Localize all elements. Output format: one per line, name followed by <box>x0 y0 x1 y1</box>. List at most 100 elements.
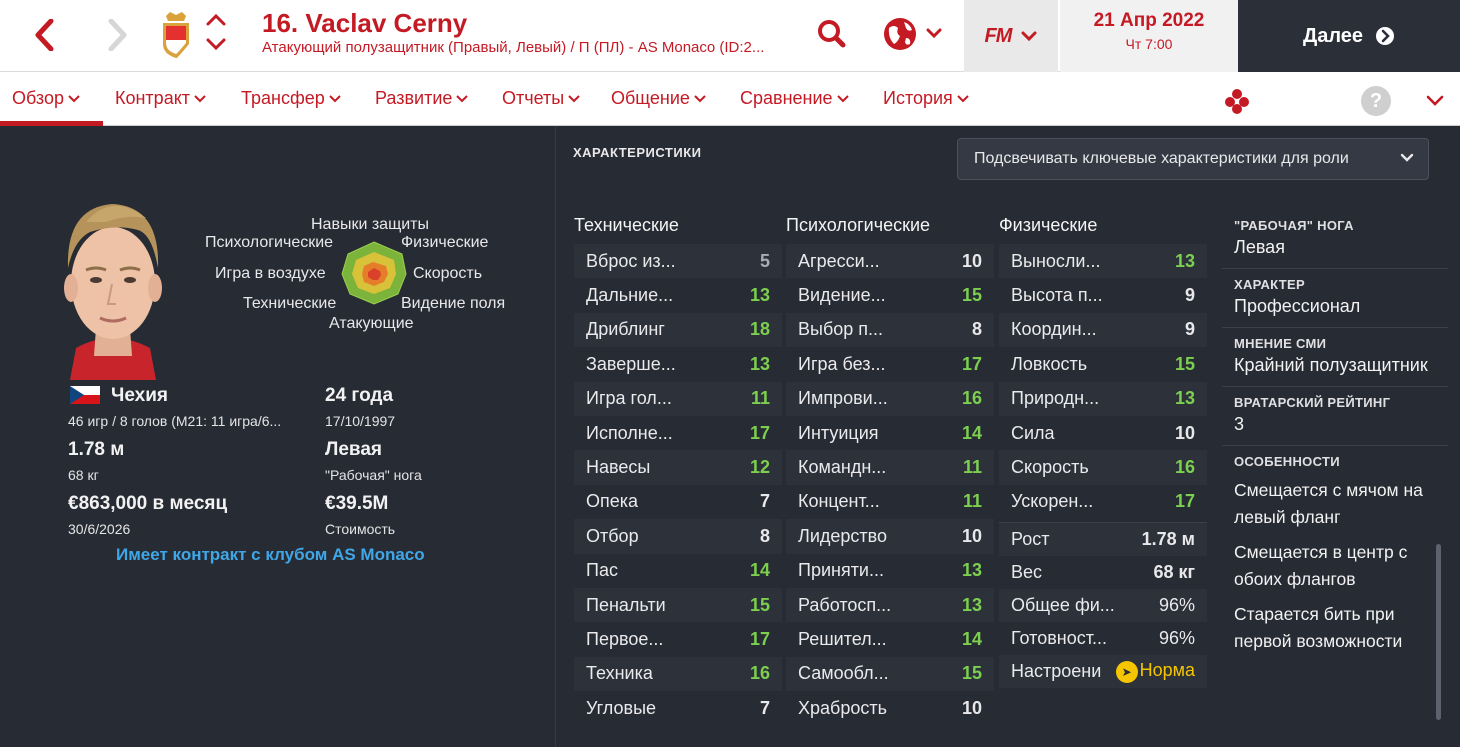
radar-label-physical: Физические <box>401 234 489 251</box>
attribute-row[interactable]: Скорость 16 <box>999 450 1207 485</box>
attribute-row[interactable]: Приняти... 13 <box>786 554 994 588</box>
attribute-value: 9 <box>1184 285 1195 306</box>
attribute-row[interactable]: Техника 16 <box>574 656 782 692</box>
attribute-row[interactable]: Исполне... 17 <box>574 416 782 450</box>
tab-contract[interactable]: Контракт <box>115 88 206 109</box>
tab-transfer[interactable]: Трансфер <box>241 88 341 109</box>
attribute-row[interactable]: Видение... 15 <box>786 278 994 312</box>
player-age: 24 года <box>325 385 394 406</box>
attribute-name: Скорость <box>1011 457 1089 478</box>
attribute-row[interactable]: Первое... 17 <box>574 622 782 656</box>
attribute-row[interactable]: Игра гол... 11 <box>574 381 782 416</box>
detail-value: 68 кг <box>1153 562 1195 582</box>
attribute-value: 17 <box>749 628 770 649</box>
attribute-value: 13 <box>961 594 982 615</box>
attribute-row[interactable]: Решител... 14 <box>786 622 994 656</box>
date-display[interactable]: 21 Апр 2022 Чт 7:00 <box>1060 0 1238 72</box>
attribute-row[interactable]: Высота п... 9 <box>999 278 1207 312</box>
morale-value: Норма <box>1139 660 1195 680</box>
contract-end-date: 30/6/2026 <box>68 521 131 537</box>
technical-attributes-list: Вброс из... 5 Дальние... 13 Дриблинг 18 Зав… <box>574 244 782 725</box>
fm-menu-button[interactable]: FM <box>964 0 1058 72</box>
attribute-row[interactable]: Заверше... 13 <box>574 347 782 381</box>
attribute-row[interactable]: Пенальти 15 <box>574 587 782 623</box>
tab-history[interactable]: История <box>883 88 969 109</box>
side-foot-label: "РАБОЧАЯ" НОГА <box>1234 218 1354 233</box>
attribute-name: Техника <box>586 663 653 684</box>
tab-label: Обзор <box>12 88 64 108</box>
fm-logo: FM <box>984 24 1013 47</box>
attribute-row[interactable]: Навесы 12 <box>574 450 782 485</box>
detail-name: Готовност... <box>1011 628 1107 648</box>
tab-comparison[interactable]: Сравнение <box>740 88 849 109</box>
tab-development[interactable]: Развитие <box>375 88 469 109</box>
attribute-name: Лидерство <box>798 525 888 546</box>
tab-overview[interactable]: Обзор <box>12 88 80 109</box>
help-icon[interactable]: ? <box>1361 86 1391 116</box>
detail-row: Готовност... 96% <box>999 622 1207 655</box>
back-arrow-icon[interactable] <box>24 14 64 56</box>
attribute-value: 11 <box>750 388 770 409</box>
attribute-value: 15 <box>961 663 982 684</box>
attribute-value: 17 <box>1174 491 1195 512</box>
club-contract-link[interactable]: Имеет контракт с клубом AS Monaco <box>116 545 425 565</box>
attribute-row[interactable]: Ускорен... 17 <box>999 485 1207 519</box>
player-nationality[interactable]: Чехия <box>111 385 168 407</box>
attribute-row[interactable]: Сила 10 <box>999 416 1207 450</box>
chevron-down-icon <box>568 94 580 102</box>
attribute-value: 10 <box>1174 422 1195 443</box>
attribute-row[interactable]: Отбор 8 <box>574 519 782 554</box>
attribute-row[interactable]: Концент... 11 <box>786 485 994 519</box>
czech-flag-icon <box>70 386 100 404</box>
player-height: 1.78 м <box>68 439 125 460</box>
attribute-row[interactable]: Ловкость 15 <box>999 347 1207 381</box>
attribute-row[interactable]: Самообл... 15 <box>786 656 994 692</box>
attribute-row[interactable]: Выбор п... 8 <box>786 312 994 348</box>
attribute-row[interactable]: Дриблинг 18 <box>574 312 782 348</box>
attribute-name: Высота п... <box>1011 285 1103 306</box>
attribute-value: 14 <box>961 628 982 649</box>
attributes-header: ХАРАКТЕРИСТИКИ <box>573 145 702 160</box>
attribute-row[interactable]: Природн... 13 <box>999 381 1207 416</box>
attribute-row[interactable]: Выносли... 13 <box>999 244 1207 279</box>
detail-value: 96% <box>1158 628 1195 648</box>
attribute-row[interactable]: Лидерство 10 <box>786 519 994 554</box>
attribute-row[interactable]: Храбрость 10 <box>786 691 994 725</box>
attribute-row[interactable]: Интуиция 14 <box>786 416 994 450</box>
staff-icon[interactable] <box>1222 86 1252 116</box>
attribute-row[interactable]: Командн... 11 <box>786 450 994 485</box>
attribute-name: Отбор <box>586 525 639 546</box>
detail-row: Вес 68 кг <box>999 556 1207 589</box>
detail-name: Рост <box>1011 529 1050 549</box>
attribute-row[interactable]: Импрови... 16 <box>786 381 994 416</box>
chevron-down-icon <box>456 94 469 102</box>
traits-label: ОСОБЕННОСТИ <box>1234 454 1340 469</box>
club-badge-icon[interactable] <box>160 10 192 60</box>
attribute-row[interactable]: Вброс из... 5 <box>574 244 782 279</box>
attribute-row[interactable]: Дальние... 13 <box>574 278 782 312</box>
attribute-row[interactable]: Координ... 9 <box>999 312 1207 348</box>
mental-column-title: Психологические <box>786 215 931 235</box>
player-up-down-icon[interactable] <box>204 12 228 52</box>
attribute-name: Интуиция <box>798 422 879 443</box>
attribute-row[interactable]: Угловые 7 <box>574 691 782 725</box>
continue-button[interactable]: Далее <box>1238 0 1460 72</box>
preferred-foot-block: "РАБОЧАЯ" НОГА Левая <box>1222 210 1448 269</box>
attribute-row[interactable]: Пас 14 <box>574 554 782 588</box>
attribute-name: Угловые <box>586 697 657 718</box>
attribute-row[interactable]: Агресси... 10 <box>786 244 994 279</box>
forward-arrow-icon[interactable] <box>98 14 138 56</box>
morale-row[interactable]: Настроени ➤ Норма <box>999 655 1207 688</box>
attribute-row[interactable]: Игра без... 17 <box>786 347 994 381</box>
search-icon[interactable] <box>812 16 852 52</box>
role-highlight-dropdown[interactable]: Подсвечивать ключевые характеристики для… <box>957 138 1429 180</box>
side-info-scrollbar[interactable] <box>1436 544 1441 720</box>
attribute-row[interactable]: Опека 7 <box>574 485 782 519</box>
attribute-name: Опека <box>586 491 639 512</box>
tab-reports[interactable]: Отчеты <box>502 88 580 109</box>
current-day-time: Чт 7:00 <box>1125 36 1173 52</box>
world-menu-button[interactable] <box>880 14 950 54</box>
attribute-row[interactable]: Работосп... 13 <box>786 587 994 623</box>
tab-interaction[interactable]: Общение <box>611 88 706 109</box>
chevron-down-icon[interactable] <box>1426 94 1444 108</box>
